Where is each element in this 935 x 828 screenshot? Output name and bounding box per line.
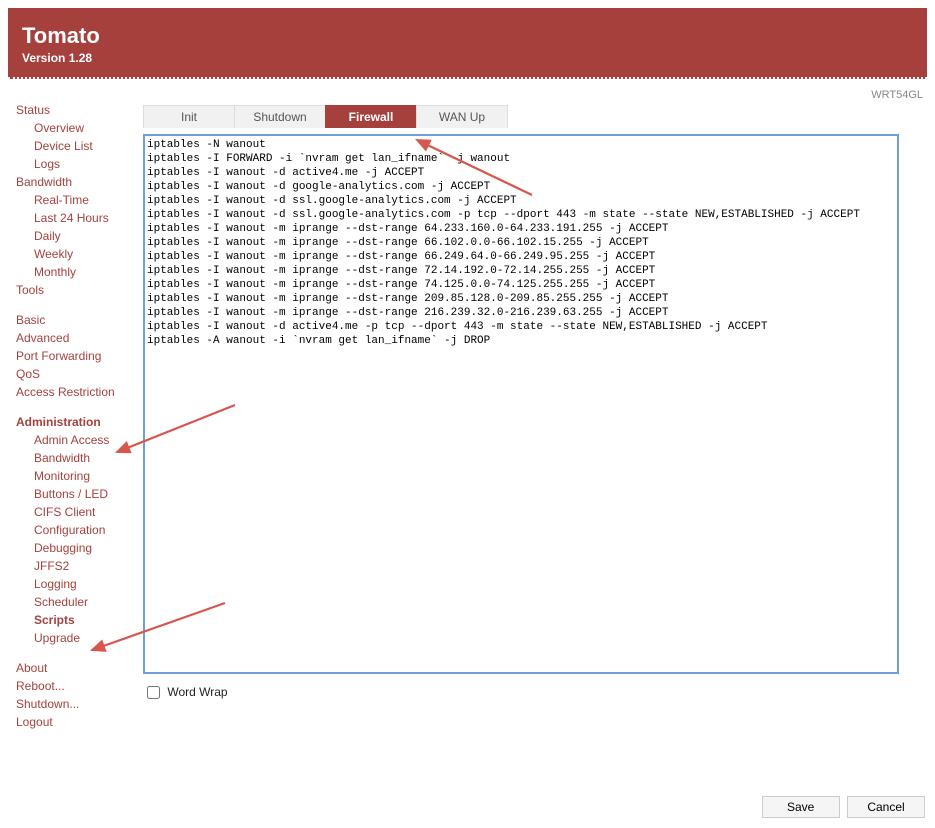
script-textarea[interactable] (143, 134, 899, 674)
tab-init[interactable]: Init (143, 105, 235, 128)
nav-qos[interactable]: QoS (16, 365, 139, 383)
nav-buttons-led[interactable]: Buttons / LED (16, 485, 139, 503)
nav-real-time[interactable]: Real-Time (16, 191, 139, 209)
nav-monthly[interactable]: Monthly (16, 263, 139, 281)
nav-upgrade[interactable]: Upgrade (16, 629, 139, 647)
nav-scripts[interactable]: Scripts (16, 611, 139, 629)
wordwrap-row: Word Wrap (143, 683, 927, 702)
tab-shutdown[interactable]: Shutdown (234, 105, 326, 128)
nav-overview[interactable]: Overview (16, 119, 139, 137)
nav-status[interactable]: Status (16, 101, 139, 119)
header: Tomato Version 1.28 (8, 8, 927, 79)
nav-daily[interactable]: Daily (16, 227, 139, 245)
tab-wan-up[interactable]: WAN Up (416, 105, 508, 128)
nav-weekly[interactable]: Weekly (16, 245, 139, 263)
tab-bar: InitShutdownFirewallWAN Up (143, 105, 927, 128)
nav-logout[interactable]: Logout (16, 713, 139, 731)
nav-about[interactable]: About (16, 659, 139, 677)
app-title: Tomato (22, 23, 913, 49)
wordwrap-label: Word Wrap (167, 685, 227, 699)
model-label: WRT54GL (143, 87, 927, 105)
nav-administration[interactable]: Administration (16, 413, 139, 431)
nav-access-restriction[interactable]: Access Restriction (16, 383, 139, 401)
footer-buttons: Save Cancel (758, 796, 925, 818)
sidebar-nav: StatusOverviewDevice ListLogsBandwidthRe… (8, 87, 143, 731)
nav-shutdown-[interactable]: Shutdown... (16, 695, 139, 713)
nav-cifs-client[interactable]: CIFS Client (16, 503, 139, 521)
nav-advanced[interactable]: Advanced (16, 329, 139, 347)
app-version: Version 1.28 (22, 51, 913, 65)
cancel-button[interactable]: Cancel (847, 796, 925, 818)
tab-firewall[interactable]: Firewall (325, 105, 417, 128)
nav-last-24-hours[interactable]: Last 24 Hours (16, 209, 139, 227)
wordwrap-checkbox[interactable] (147, 686, 160, 699)
nav-bandwidth[interactable]: Bandwidth (16, 173, 139, 191)
nav-port-forwarding[interactable]: Port Forwarding (16, 347, 139, 365)
nav-device-list[interactable]: Device List (16, 137, 139, 155)
nav-basic[interactable]: Basic (16, 311, 139, 329)
save-button[interactable]: Save (762, 796, 840, 818)
wordwrap-label-wrap[interactable]: Word Wrap (143, 685, 228, 699)
nav-admin-access[interactable]: Admin Access (16, 431, 139, 449)
nav-jffs2[interactable]: JFFS2 (16, 557, 139, 575)
nav-logging[interactable]: Logging (16, 575, 139, 593)
nav-scheduler[interactable]: Scheduler (16, 593, 139, 611)
nav-tools[interactable]: Tools (16, 281, 139, 299)
nav-debugging[interactable]: Debugging (16, 539, 139, 557)
nav-reboot-[interactable]: Reboot... (16, 677, 139, 695)
nav-logs[interactable]: Logs (16, 155, 139, 173)
nav-bandwidth-monitoring[interactable]: Bandwidth Monitoring (16, 449, 139, 485)
nav-configuration[interactable]: Configuration (16, 521, 139, 539)
